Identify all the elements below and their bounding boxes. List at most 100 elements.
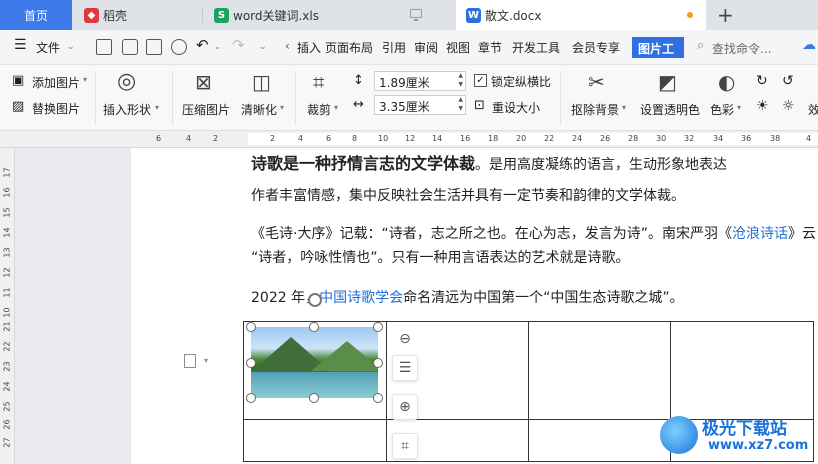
width-icon: ↔ <box>353 97 364 112</box>
link-poetry-society[interactable]: 中国诗歌学会 <box>319 290 403 306</box>
collapse-minus-icon[interactable]: ⊖ <box>392 326 418 352</box>
ruler-tick: 11 <box>2 287 12 298</box>
compress-image-button[interactable]: 压缩图片 <box>182 101 230 118</box>
menu-insert[interactable]: 插入 <box>297 39 321 56</box>
chevron-down-icon[interactable]: ▾ <box>204 356 208 365</box>
menu-developer[interactable]: 开发工具 <box>512 39 560 56</box>
width-input[interactable]: 3.35厘米 <box>374 95 466 115</box>
command-search[interactable]: 查找命令... <box>712 40 771 57</box>
horizontal-ruler[interactable]: 6 4 2 2 4 6 8 10 12 14 16 18 20 22 24 26… <box>0 131 818 148</box>
vertical-ruler[interactable]: 17 16 15 14 13 12 11 10 21 22 23 24 25 2… <box>0 148 15 464</box>
ruler-tick: 6 <box>326 134 332 143</box>
brightness-up-icon[interactable]: ☀ <box>756 98 769 114</box>
brightness-down-icon[interactable]: ☼ <box>782 98 795 114</box>
print-icon[interactable] <box>146 39 162 55</box>
tab-doc-label: 散文.docx <box>485 8 542 23</box>
resize-handle[interactable] <box>246 358 256 368</box>
crop-tool-icon[interactable]: ⌗ <box>392 433 418 459</box>
tab-home[interactable]: 首页 <box>0 0 72 30</box>
undo-dropdown-icon[interactable]: ⌄ <box>214 42 221 51</box>
tab-xls-label: word关键词.xls <box>233 8 319 23</box>
document-outline-icon[interactable] <box>184 354 196 368</box>
color-button[interactable]: 色彩 <box>710 101 734 118</box>
ruler-tick: 22 <box>2 341 12 352</box>
chevron-down-icon[interactable]: ▾ <box>155 103 159 112</box>
ruler-tick: 13 <box>2 247 12 258</box>
table-cell[interactable] <box>528 321 671 420</box>
contrast-down-icon[interactable]: ↺ <box>782 73 794 89</box>
effect-button[interactable]: 效 <box>808 101 818 118</box>
resize-handle[interactable] <box>246 322 256 332</box>
resize-handle[interactable] <box>373 322 383 332</box>
tab-daoke[interactable]: ◆ 稻壳 <box>76 0 200 30</box>
contrast-up-icon[interactable]: ↻ <box>756 73 768 89</box>
remove-background-button[interactable]: 抠除背景 <box>571 101 619 118</box>
set-transparent-button[interactable]: 设置透明色 <box>640 101 700 118</box>
zoom-in-icon[interactable]: ⊕ <box>392 394 418 420</box>
menu-page-layout[interactable]: 页面布局 <box>325 39 373 56</box>
resize-handle[interactable] <box>309 322 319 332</box>
lock-ratio-checkbox[interactable]: ✓ <box>474 74 487 87</box>
chevron-down-icon[interactable]: ⌄ <box>67 42 75 52</box>
selected-landscape-image[interactable] <box>251 327 378 398</box>
quick-access-more-icon[interactable]: ⌄ <box>259 42 267 52</box>
insert-shape-button[interactable]: 插入形状 <box>103 101 151 118</box>
add-image-button[interactable]: 添加图片 <box>32 74 80 91</box>
save-icon[interactable] <box>96 39 112 55</box>
ruler-text-area <box>248 133 818 145</box>
menu-file[interactable]: 文件 <box>36 39 60 56</box>
tab-daoke-label: 稻壳 <box>103 8 128 23</box>
resize-handle[interactable] <box>373 358 383 368</box>
crop-icon: ⌗ <box>313 70 325 94</box>
monitor-icon[interactable] <box>410 9 422 21</box>
paragraph-line-2[interactable]: 作者丰富情感，集中反映社会生活并具有一定节奏和韵律的文学体裁。 <box>251 185 685 205</box>
resize-handle[interactable] <box>246 393 256 403</box>
text-wrap-icon[interactable]: ☰ <box>392 355 418 381</box>
link-canglang[interactable]: 沧浪诗话 <box>732 226 788 242</box>
menu-view[interactable]: 视图 <box>446 39 470 56</box>
menu-member[interactable]: 会员专享 <box>572 39 620 56</box>
spreadsheet-icon: S <box>214 7 229 23</box>
table-cell[interactable] <box>528 419 671 462</box>
print-preview-icon[interactable] <box>171 39 187 55</box>
ruler-tick: 4 <box>298 134 304 143</box>
chevron-down-icon[interactable]: ▾ <box>737 103 741 112</box>
paragraph-line-1[interactable]: 诗歌是一种抒情言志的文学体裁。是用高度凝练的语言，生动形象地表达 <box>251 150 727 174</box>
menu-chapter[interactable]: 章节 <box>478 39 502 56</box>
menu-picture-tools[interactable]: 图片工具 <box>632 37 684 58</box>
chevron-down-icon[interactable]: ▾ <box>622 103 626 112</box>
set-transparent-icon: ◩ <box>658 70 677 94</box>
search-icon[interactable]: ⌕ <box>697 38 704 53</box>
undo-icon[interactable]: ↶ <box>196 36 209 54</box>
ruler-tick: 12 <box>405 134 416 143</box>
chevron-down-icon[interactable]: ▾ <box>83 75 87 84</box>
replace-image-icon: ▨ <box>12 99 25 114</box>
menu-reference[interactable]: 引用 <box>382 39 406 56</box>
new-tab-plus-icon[interactable]: + <box>717 3 734 27</box>
table-cell[interactable] <box>670 321 814 420</box>
sharpen-button[interactable]: 清晰化 <box>241 101 277 118</box>
height-input[interactable]: 1.89厘米 <box>374 71 466 91</box>
chevron-down-icon[interactable]: ▾ <box>334 103 338 112</box>
ribbon-divider <box>172 71 173 125</box>
menu-review[interactable]: 审阅 <box>414 39 438 56</box>
resize-handle[interactable] <box>309 393 319 403</box>
tab-doc[interactable]: W 散文.docx <box>456 0 706 30</box>
export-pdf-icon[interactable] <box>122 39 138 55</box>
redo-icon[interactable]: ↷ <box>232 36 245 54</box>
cloud-icon[interactable]: ☁ <box>802 37 816 53</box>
paragraph-line-3[interactable]: 《毛诗·大序》记载：“诗者，志之所之也。在心为志，发言为诗”。南宋严羽《沧浪诗话… <box>251 223 818 243</box>
lock-ratio-label: 锁定纵横比 <box>491 75 552 89</box>
hamburger-icon[interactable]: ☰ <box>14 37 27 53</box>
chevron-down-icon[interactable]: ▾ <box>280 103 284 112</box>
crop-button[interactable]: 裁剪 <box>307 101 331 118</box>
daoke-icon: ◆ <box>84 7 99 23</box>
rotate-handle[interactable] <box>308 293 322 307</box>
scroll-left-icon[interactable]: ‹ <box>285 39 290 53</box>
reset-size-button[interactable]: 重设大小 <box>492 99 540 116</box>
paragraph-line-4[interactable]: “诗者，吟咏性情也”。只有一种用言语表达的艺术就是诗歌。 <box>251 247 630 267</box>
resize-handle[interactable] <box>373 393 383 403</box>
table-cell[interactable] <box>243 419 387 462</box>
watermark-logo-icon <box>660 416 698 454</box>
replace-image-button[interactable]: 替换图片 <box>32 100 80 117</box>
